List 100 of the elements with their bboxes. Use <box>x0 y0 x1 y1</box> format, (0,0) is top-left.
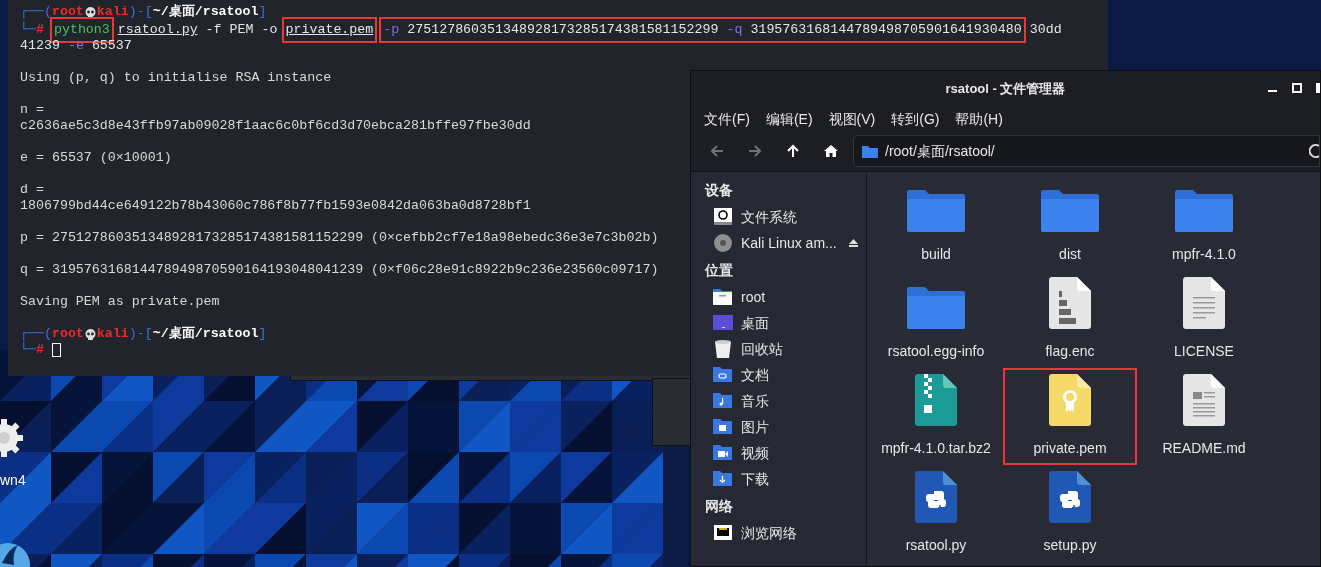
prompt-user: root <box>51 3 84 22</box>
prompt-symbol: # <box>35 342 44 360</box>
text-file-icon[interactable] <box>1183 277 1225 329</box>
prompt-bracket: )-[ <box>128 3 153 22</box>
prompt-bracket: ┌──( <box>20 3 52 21</box>
section-header: 设备 <box>703 180 734 200</box>
document-file-icon[interactable] <box>1183 374 1225 426</box>
file-name: LICENSE <box>1174 342 1234 361</box>
gear-icon[interactable] <box>0 418 24 458</box>
prompt-symbol: # <box>35 22 44 40</box>
file-item[interactable]: rsatool.egg-info <box>871 273 1001 366</box>
sidebar-item[interactable]: 下载 <box>691 466 866 492</box>
command-token: 3195763168144789498705901641930480 <box>750 21 1022 40</box>
sidebar-item[interactable]: 桌面 <box>691 310 866 336</box>
file-item[interactable]: private.pem <box>1005 370 1135 463</box>
address-field[interactable]: /root/桌面/rsatool/ <box>853 135 1320 167</box>
file-item[interactable]: README.md <box>1139 370 1269 463</box>
command-token: 30dd <box>1029 21 1062 40</box>
output-line: p = 275127860351348928173285174381581152299 (0×cefbb2cf7e18a98ebedc36e3e7c3b02b) <box>20 229 659 248</box>
item-label: 浏览网络 <box>741 523 798 543</box>
reload-icon[interactable] <box>1309 143 1319 159</box>
command-token: PEM <box>229 21 254 40</box>
output-line: q = 319576316814478949870590164193048041239 (0×f06c28e91c8922b9c236e23560c09717) <box>20 261 659 280</box>
sidebar-item[interactable]: 图片 <box>691 414 866 440</box>
output-line: Saving PEM as private.pem <box>20 293 220 312</box>
command-token: 275127860351348928173285174381581152299 <box>407 21 719 40</box>
menu-item[interactable]: 帮助(H) <box>955 108 1003 130</box>
python-file-icon[interactable] <box>1049 471 1091 523</box>
output-line: Using (p, q) to initialise RSA instance <box>20 69 332 88</box>
skull-icon <box>84 6 96 18</box>
file-item[interactable]: mpfr-4.1.0.tar.bz2 <box>871 370 1001 463</box>
file-name: build <box>921 245 951 264</box>
section-header: 位置 <box>704 260 734 280</box>
item-label: Kali Linux am... <box>741 233 838 253</box>
command-token: 65537 <box>91 37 132 56</box>
address-text: /root/桌面/rsatool/ <box>885 141 996 161</box>
maximize-icon[interactable] <box>1292 83 1302 93</box>
item-label: 文件系统 <box>741 207 798 227</box>
file-name: rsatool.egg-info <box>887 342 985 361</box>
prompt-path: ~/桌面/rsatool <box>152 3 259 22</box>
window-title: rsatool - 文件管理器 <box>945 80 1066 99</box>
file-name: flag.enc <box>1045 342 1095 361</box>
menu-item[interactable]: 文件(F) <box>704 108 750 130</box>
disc-icon <box>713 233 733 253</box>
icon-label: wn4 <box>0 471 26 489</box>
file-item[interactable]: setup.py <box>1005 467 1135 560</box>
sidebar-item[interactable]: 文档 <box>691 362 866 388</box>
menu-item[interactable]: 编辑(E) <box>765 108 813 130</box>
archive-file-icon[interactable] <box>915 374 957 426</box>
file-name: mpfr-4.1.0 <box>1172 245 1236 264</box>
sidebar-item[interactable]: 音乐 <box>691 388 866 414</box>
file-item[interactable]: rsatool.py <box>871 467 1001 560</box>
file-item[interactable]: mpfr-4.1.0 <box>1139 176 1269 269</box>
binary-file-icon[interactable] <box>1049 277 1091 329</box>
file-name: private.pem <box>1033 439 1107 458</box>
item-label: root <box>741 287 767 307</box>
menu-item[interactable]: 转到(G) <box>891 108 940 130</box>
python-file-icon[interactable] <box>915 471 957 523</box>
prompt-bracket: ] <box>258 325 267 344</box>
prompt-bracket: )-[ <box>128 325 153 344</box>
output-line: d = <box>20 181 44 200</box>
item-label: 文档 <box>741 365 770 385</box>
output-line: n = <box>20 101 44 120</box>
sidebar-item[interactable]: 浏览网络 <box>691 520 866 546</box>
prompt-host: kali <box>96 3 129 22</box>
folder-icon[interactable] <box>907 287 965 329</box>
command-token: python3 <box>53 21 110 40</box>
eject-icon[interactable] <box>849 239 858 247</box>
file-item[interactable]: LICENSE <box>1139 273 1269 366</box>
sidebar-item[interactable]: 文件系统 <box>691 204 866 230</box>
home-icon[interactable] <box>823 143 839 159</box>
folder-icon <box>713 365 733 385</box>
folder-icon[interactable] <box>1175 190 1233 232</box>
prompt-path: ~/桌面/rsatool <box>152 325 259 344</box>
sidebar-item[interactable]: 回收站 <box>691 336 866 362</box>
prompt-bracket: └─ <box>20 20 36 40</box>
output-line: c2636ae5c3d8e43ffb97ab09028f1aac6c0bf6cd3d70ebca281bffe97fbe30dd <box>20 117 531 136</box>
item-label: 桌面 <box>741 313 770 333</box>
file-name: mpfr-4.1.0.tar.bz2 <box>881 439 991 458</box>
up-arrow-icon[interactable] <box>785 143 801 159</box>
sidebar-item[interactable]: 视频 <box>691 440 866 466</box>
folder-icon[interactable] <box>1041 190 1099 232</box>
skull-icon <box>84 328 96 340</box>
command-token: rsatool.py <box>117 21 198 40</box>
folder-icon[interactable] <box>907 190 965 232</box>
trash-icon <box>713 339 733 359</box>
output-line: 1806799bd44ce649122b78b43060c786f8b77fb1593e0842da063ba0d8728bf1 <box>20 197 531 216</box>
file-item[interactable]: flag.enc <box>1005 273 1135 366</box>
menu-item[interactable]: 视图(V) <box>828 108 876 130</box>
file-name: dist <box>1059 245 1081 264</box>
file-item[interactable]: dist <box>1005 176 1135 269</box>
file-item[interactable]: build <box>871 176 1001 269</box>
section-header: 网络 <box>704 496 734 516</box>
sidebar-item[interactable]: Kali Linux am... <box>691 230 866 256</box>
pictures-folder-icon <box>713 417 733 437</box>
prompt-host: kali <box>96 325 129 344</box>
home-folder-icon <box>713 287 733 307</box>
sidebar-item[interactable]: root <box>691 284 866 310</box>
certificate-file-icon[interactable] <box>1049 374 1091 426</box>
prompt-user: root <box>51 325 84 344</box>
